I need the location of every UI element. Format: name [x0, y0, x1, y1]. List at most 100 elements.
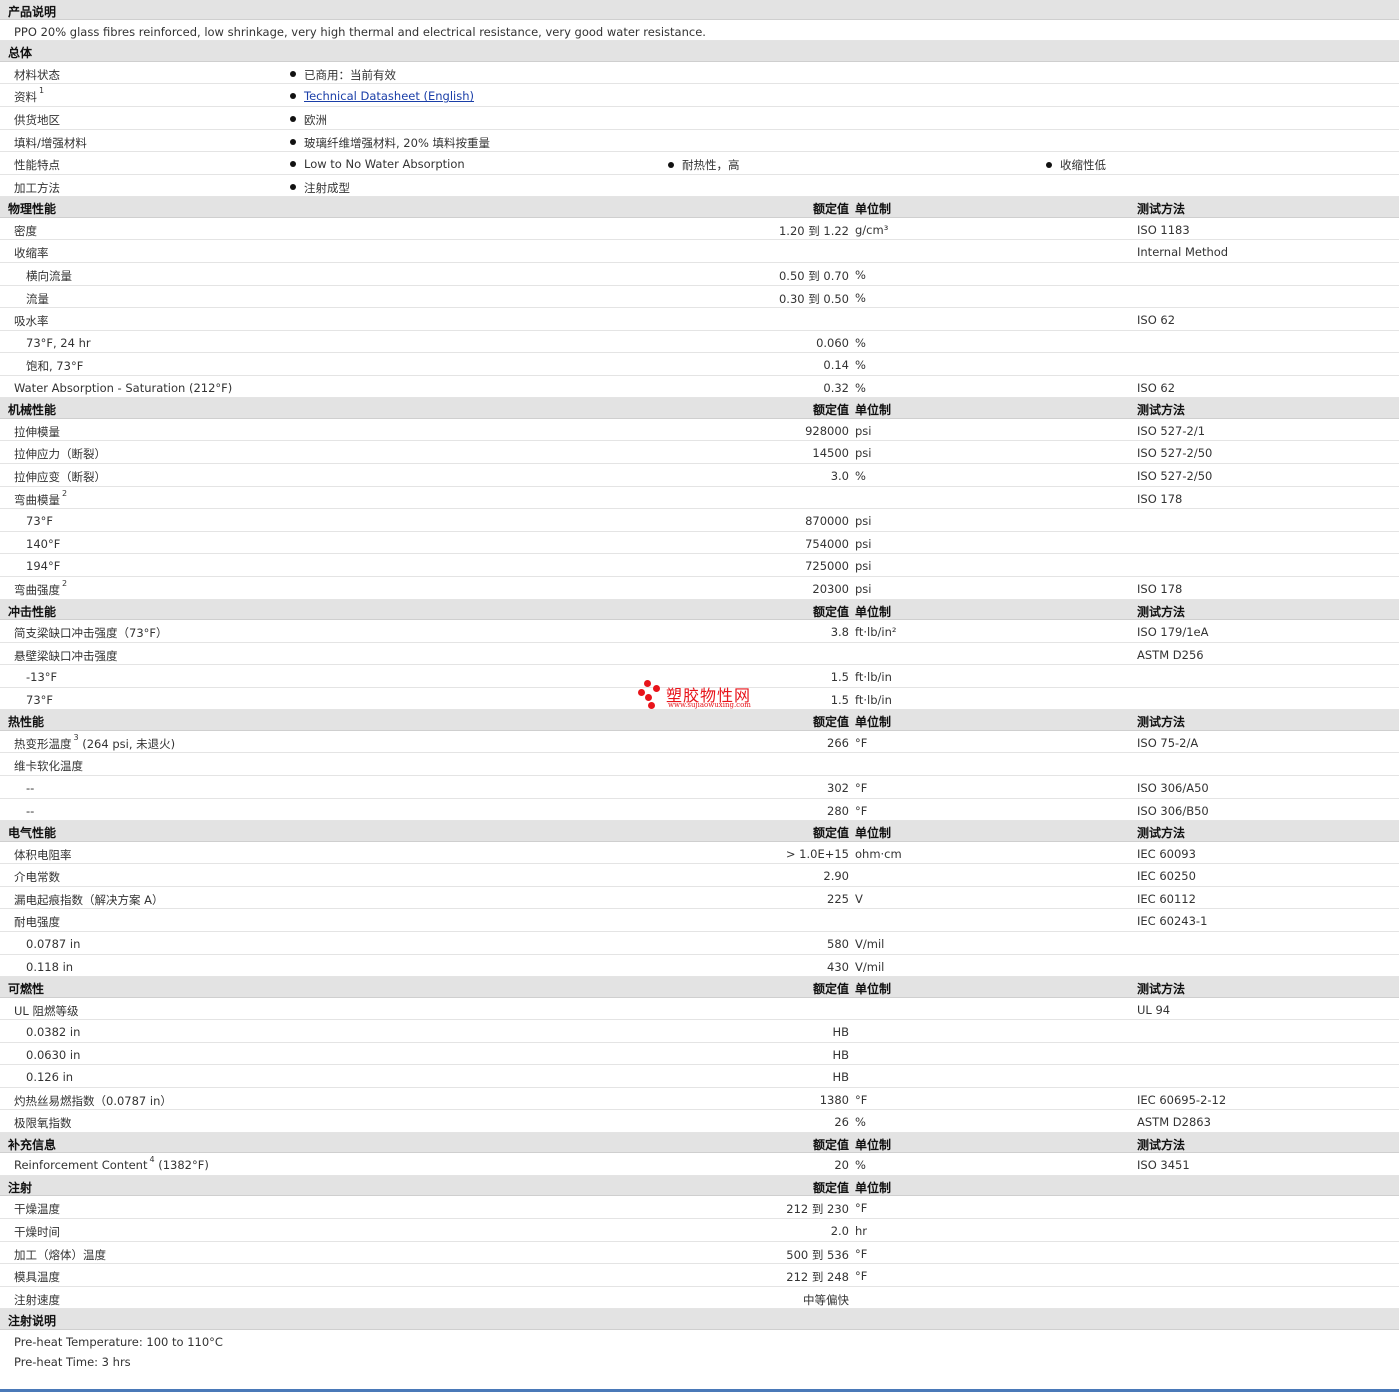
column-header-value: 额定值 — [812, 1181, 849, 1196]
property-row: 简支梁缺口冲击强度（73°F） 3.8 ft·lb/in² ISO 179/1eA — [0, 620, 1399, 643]
note-text: Pre-heat Temperature: 100 to 110°C — [14, 1334, 223, 1349]
section-header-general: 总体 — [0, 41, 1399, 62]
test-method: ISO 3451 — [1137, 1158, 1190, 1173]
property-row: 漏电起痕指数（解决方案 A） 225 V IEC 60112 — [0, 887, 1399, 910]
property-label: 热变形温度 3 (264 psi, 未退火) — [14, 733, 175, 752]
general-item-text: Low to No Water Absorption — [304, 157, 465, 172]
property-value: HB — [832, 1025, 849, 1040]
column-header-test: 测试方法 — [1137, 604, 1186, 619]
property-label: 极限氧指数 — [14, 1115, 72, 1131]
property-name: 0.118 in — [26, 959, 74, 974]
property-value: 280 — [827, 803, 849, 818]
property-value: 2.0 — [830, 1224, 849, 1239]
bullet-icon — [290, 116, 296, 123]
general-label-text: 性能特点 — [14, 158, 60, 173]
section-title: 注射 — [8, 1181, 33, 1196]
property-label: 73°F — [26, 693, 53, 707]
test-method: IEC 60250 — [1137, 869, 1196, 884]
general-item-text: 欧洲 — [304, 112, 327, 127]
property-unit: psi — [855, 423, 872, 438]
footnote-ref: 4 — [149, 1155, 155, 1165]
property-row: 收缩率 Internal Method — [0, 240, 1399, 263]
general-item-text: 注射成型 — [304, 180, 350, 195]
description-row: PPO 20% glass fibres reinforced, low shr… — [0, 20, 1399, 42]
property-name: 干燥温度 — [14, 1202, 60, 1217]
column-header-test: 测试方法 — [1137, 202, 1186, 217]
property-row: 0.0787 in 580 V/mil — [0, 932, 1399, 955]
general-row: 填料/增强材料 玻璃纤维增强材料, 20% 填料按重量 — [0, 130, 1399, 153]
section-header: 可燃性 额定值 单位制 测试方法 — [0, 977, 1399, 998]
property-unit: ft·lb/in² — [855, 625, 897, 640]
property-name: 吸水率 — [14, 314, 49, 329]
property-row: 0.0382 in HB — [0, 1020, 1399, 1043]
general-row: 加工方法 注射成型 — [0, 175, 1399, 198]
property-label: Reinforcement Content 4 (1382°F) — [14, 1155, 209, 1173]
bullet-icon — [290, 92, 296, 99]
property-value: HB — [832, 1070, 849, 1085]
column-header-test: 测试方法 — [1137, 715, 1186, 730]
property-row: 140°F 754000 psi — [0, 532, 1399, 555]
property-label: 维卡软化温度 — [14, 758, 83, 774]
column-header-unit: 单位制 — [855, 1138, 892, 1153]
bullet-icon — [1046, 161, 1052, 168]
property-label: 干燥时间 — [14, 1224, 60, 1240]
property-condition: (1382°F) — [154, 1158, 209, 1173]
property-row: 拉伸应变（断裂） 3.0% ISO 527-2/50 — [0, 464, 1399, 487]
property-value: 0.060 — [816, 335, 849, 350]
property-value: 0.14 — [823, 358, 849, 373]
property-name: 弯曲强度 — [14, 583, 60, 598]
property-row: 耐电强度 IEC 60243-1 — [0, 909, 1399, 932]
property-label: 横向流量 — [26, 268, 72, 284]
property-value: 1.5 — [830, 670, 849, 685]
property-value: 1.5 — [830, 692, 849, 707]
property-name: 73°F, 24 hr — [26, 335, 91, 350]
property-value: 500 到 536 — [786, 1247, 849, 1262]
column-header-unit: 单位制 — [855, 715, 892, 730]
property-row: 流量 0.30 到 0.50% — [0, 286, 1399, 309]
property-name: 0.0787 in — [26, 936, 81, 951]
test-method: ISO 179/1eA — [1137, 625, 1209, 640]
bullet-icon — [668, 161, 674, 168]
test-method: ISO 62 — [1137, 380, 1176, 395]
property-name: -- — [26, 780, 35, 795]
section-header-notes: 注射说明 — [0, 1309, 1399, 1330]
property-label: 介电常数 — [14, 869, 60, 885]
property-label: -- — [26, 804, 34, 818]
property-label: 耐电强度 — [14, 914, 60, 930]
property-unit: % — [855, 267, 866, 282]
footnote-ref: 2 — [62, 488, 68, 498]
property-name: 热变形温度 — [14, 736, 72, 751]
general-label: 加工方法 — [14, 180, 60, 196]
general-item: 已商用：当前有效 — [290, 67, 396, 83]
property-value: 0.30 到 0.50 — [778, 291, 849, 306]
test-method: Internal Method — [1137, 245, 1229, 260]
property-label: 拉伸应变（断裂） — [14, 469, 106, 485]
property-unit: g/cm³ — [855, 222, 889, 237]
property-name: 干燥时间 — [14, 1225, 60, 1240]
general-label: 性能特点 — [14, 157, 60, 173]
property-label: Water Absorption - Saturation (212°F) — [14, 381, 232, 395]
property-name: 0.0382 in — [26, 1025, 81, 1040]
property-label: 收缩率 — [14, 245, 49, 261]
test-method: ISO 1183 — [1137, 222, 1190, 237]
general-item: 注射成型 — [290, 180, 350, 196]
property-label: 密度 — [14, 223, 37, 239]
test-method: ISO 306/B50 — [1137, 803, 1209, 818]
test-method: ISO 306/A50 — [1137, 780, 1209, 795]
property-row: 弯曲强度 2 20300 psi ISO 178 — [0, 577, 1399, 600]
property-name: 饱和, 73°F — [26, 359, 84, 374]
test-method: ISO 527-2/50 — [1137, 469, 1213, 484]
property-unit: °F — [855, 1092, 868, 1107]
property-name: Reinforcement Content — [14, 1158, 148, 1173]
property-value: 3.8 — [830, 625, 849, 640]
property-unit: psi — [855, 536, 872, 551]
property-label: 模具温度 — [14, 1269, 60, 1285]
property-row: 密度 1.20 到 1.22 g/cm³ ISO 1183 — [0, 218, 1399, 241]
property-name: 73°F — [26, 514, 53, 529]
watermark-logo: 塑胶物性网 www.sujiaowuxing.com — [636, 680, 766, 712]
property-unit: psi — [855, 559, 872, 574]
property-label: 73°F, 24 hr — [26, 336, 91, 350]
datasheet-link[interactable]: Technical Datasheet (English) — [304, 89, 474, 103]
property-name: 140°F — [26, 536, 61, 551]
property-unit: % — [855, 469, 866, 484]
